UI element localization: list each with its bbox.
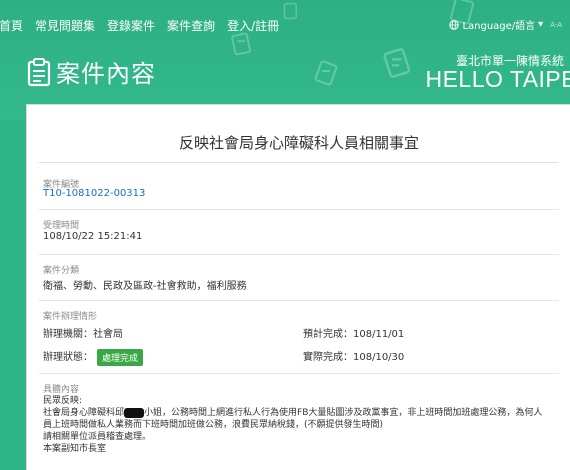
divider [39,209,559,210]
nav-submit-case[interactable]: 登錄案件 [107,17,155,34]
hello-taipei-logo: HELLO TAIPEI [425,66,570,92]
received-time-label: 受理時間 [43,221,80,231]
globe-icon [449,19,460,30]
planned-completion-value: 預計完成：108/11/01 [303,329,405,340]
divider [39,162,559,163]
redaction-mark [124,407,145,418]
received-time-value: 108/10/22 15:21:41 [43,231,143,242]
category-value: 衛福、勞動、民政及區政-社會救助，福利服務 [43,281,247,292]
clipboard-icon [27,57,51,86]
status-row: 辦理狀態： 處理完成 [43,348,144,366]
chevron-down-icon: ▾ [538,19,544,30]
case-detail-card: 反映社會局身心障礙科人員相關事宜 案件編號 T10-1081022-00313 … [26,104,570,470]
divider [39,300,559,301]
document-icon [383,48,411,78]
status-badge: 處理完成 [97,348,144,366]
content-line: 本案副知市長室 [43,444,107,454]
nav-case-search[interactable]: 案件查詢 [167,17,215,34]
document-icon [314,60,338,86]
font-size-control[interactable]: A-A [550,21,562,29]
content-line: 請相關單位派員稽查處理。 [43,432,152,442]
hero-banner: 首頁 常見問題集 登錄案件 案件查詢 登入/註冊 Language/語言 ▾ A… [0,0,570,120]
agency-value: 辦理機關：社會局 [43,329,123,340]
divider [39,254,559,255]
content-line: 員上班時間做私人業務而下班時間加班做公務，浪費民眾納稅錢，(不願提供發生時間) [43,420,384,430]
category-label: 案件分類 [43,266,80,276]
content-body: 民眾反映: 社會局身心障礙科邱 小姐，公務時間上網進行私人行為使用FB大量貼圖涉及… [43,395,563,455]
nav-login-register[interactable]: 登入/註冊 [227,17,279,34]
language-label: Language/語言 [462,21,536,32]
nav-home[interactable]: 首頁 [0,17,23,34]
page-title: 案件內容 [56,60,156,88]
divider [39,373,559,374]
handling-label: 案件辦理情形 [43,312,98,322]
content-label: 具體內容 [43,385,80,395]
actual-completion-value: 實際完成：108/10/30 [303,352,405,363]
case-title: 反映社會局身心障礙科人員相關事宜 [178,134,419,152]
content-line: 社會局身心障礙科邱 小姐，公務時間上網進行私人行為使用FB大量貼圖涉及政黨事宜，非… [43,407,543,418]
page-title-group: 案件內容 [26,54,156,89]
case-number-link[interactable]: T10-1081022-00313 [43,188,145,199]
content-line: 民眾反映: [43,396,83,406]
language-selector[interactable]: Language/語言 ▾ A-A [449,17,562,32]
nav-faq[interactable]: 常見問題集 [35,17,95,34]
status-label: 辦理狀態： [43,352,93,363]
